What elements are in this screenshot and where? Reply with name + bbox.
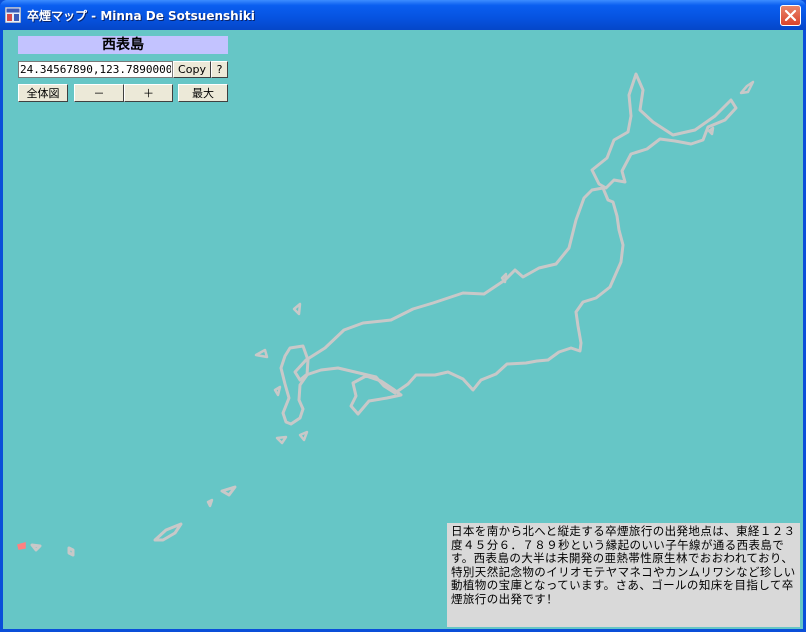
copy-button[interactable]: Copy bbox=[173, 61, 211, 78]
hokkaido-coastline bbox=[590, 72, 738, 190]
amami-coastline bbox=[220, 485, 237, 497]
app-map-icon bbox=[5, 7, 21, 23]
coordinates-input[interactable] bbox=[18, 61, 173, 78]
shikotan-coastline bbox=[707, 126, 715, 136]
close-button[interactable] bbox=[780, 5, 801, 26]
help-button[interactable]: ? bbox=[211, 61, 228, 78]
ishigaki-coastline bbox=[30, 543, 42, 552]
okinawa-coastline bbox=[153, 522, 183, 542]
place-name-label: 西表島 bbox=[18, 36, 228, 54]
zoom-out-button[interactable]: － bbox=[74, 84, 124, 102]
max-zoom-button[interactable]: 最大 bbox=[178, 84, 228, 102]
full-view-button[interactable]: 全体図 bbox=[18, 84, 68, 102]
honshu-coastline bbox=[293, 186, 625, 395]
window-title: 卒煙マップ - Minna De Sotsuenshiki bbox=[27, 9, 255, 23]
info-panel: 日本を南から北へと縦走する卒煙旅行の出発地点は、東経１２３度４５分６．７８９秒と… bbox=[447, 523, 800, 627]
goto-coastline bbox=[254, 348, 269, 359]
tokunoshima-coastline bbox=[206, 498, 214, 508]
tsushima-coastline bbox=[292, 302, 302, 316]
title-bar[interactable]: 卒煙マップ - Minna De Sotsuenshiki bbox=[0, 0, 806, 30]
iriomote-marker bbox=[17, 542, 26, 550]
sado-coastline bbox=[500, 272, 508, 284]
miyako-coastline bbox=[67, 546, 75, 557]
app-window: 卒煙マップ - Minna De Sotsuenshiki 西表島 24.345… bbox=[0, 0, 806, 632]
yakushima-coastline bbox=[275, 435, 288, 445]
koshiki-coastline bbox=[273, 385, 282, 397]
shikoku-coastline bbox=[349, 374, 403, 416]
tanegashima-coastline bbox=[298, 430, 309, 442]
map-area[interactable]: 西表島 Copy ? 全体図 － ＋ 最大 日本を南から北へと縦走する卒煙旅行の… bbox=[3, 30, 803, 629]
zoom-in-button[interactable]: ＋ bbox=[124, 84, 173, 102]
kunashiri-coastline bbox=[739, 80, 755, 95]
info-text: 日本を南から北へと縦走する卒煙旅行の出発地点は、東経１２３度４５分６．７８９秒と… bbox=[451, 524, 796, 606]
close-icon bbox=[784, 9, 797, 22]
kyushu-coastline bbox=[279, 344, 310, 426]
